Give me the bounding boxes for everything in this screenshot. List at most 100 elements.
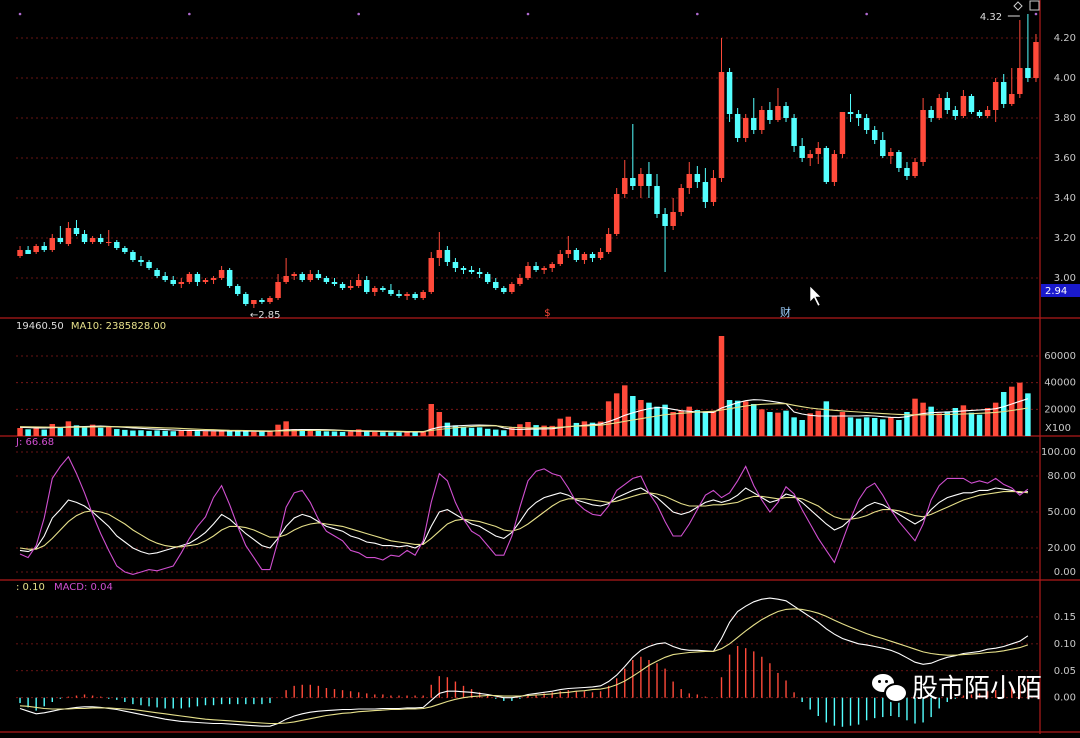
candle-body bbox=[855, 114, 862, 118]
volume-bar bbox=[460, 426, 467, 436]
volume-bar bbox=[476, 427, 483, 436]
window-icon bbox=[1029, 0, 1040, 11]
volume-bar bbox=[517, 424, 523, 436]
candle-body bbox=[226, 270, 233, 286]
volume-bar bbox=[436, 412, 443, 436]
candle-body bbox=[702, 182, 709, 202]
volume-bar bbox=[533, 425, 539, 436]
candle-body bbox=[444, 250, 451, 262]
y-tick-label: 20.00 bbox=[1047, 543, 1076, 554]
volume-bar bbox=[146, 430, 152, 436]
y-tick-label: 40000 bbox=[1044, 378, 1076, 389]
volume-bar bbox=[920, 402, 926, 436]
candle-body bbox=[767, 110, 773, 120]
candle-body bbox=[380, 288, 386, 290]
volume-bar bbox=[646, 402, 652, 436]
candle-body bbox=[984, 110, 991, 116]
volume-bar bbox=[807, 413, 813, 436]
y-tick-label: 0.05 bbox=[1054, 666, 1076, 677]
volume-bar bbox=[114, 429, 120, 436]
volume-bar bbox=[936, 413, 942, 436]
candle-body bbox=[871, 130, 878, 140]
candle-body bbox=[759, 110, 765, 130]
stock-chart: 4.20 4.00 3.80 3.60 3.40 3.20 3.00 ←2.85 4.32 2.9… bbox=[0, 0, 1080, 734]
candle-body bbox=[484, 274, 491, 282]
volume-bar bbox=[928, 406, 934, 436]
y-tick-label: 50.00 bbox=[1047, 507, 1076, 518]
candle-body bbox=[533, 266, 539, 270]
candle-body bbox=[646, 174, 652, 186]
candle-body bbox=[186, 274, 193, 282]
candle-body bbox=[791, 118, 797, 146]
candle-body bbox=[662, 214, 668, 226]
candle-body bbox=[33, 246, 39, 252]
candle-body bbox=[622, 178, 628, 194]
volume-bar bbox=[404, 432, 410, 436]
macd-header: : 0.10 MACD: 0.04 bbox=[16, 582, 113, 593]
volume-bar bbox=[662, 404, 668, 436]
candle-body bbox=[468, 270, 475, 272]
volume-bar bbox=[968, 412, 975, 436]
volume-bar bbox=[49, 424, 56, 436]
candle-body bbox=[57, 238, 64, 242]
candle-body bbox=[839, 112, 846, 154]
candle-body bbox=[1033, 42, 1039, 78]
candle-body bbox=[65, 228, 72, 244]
y-tick-label: 80.00 bbox=[1047, 471, 1076, 482]
candle-body bbox=[339, 284, 346, 288]
current-price-label: 2.94 bbox=[1045, 286, 1067, 297]
candle-body bbox=[218, 270, 225, 278]
candle-body bbox=[734, 114, 741, 138]
y-tick-label: 0.10 bbox=[1054, 639, 1076, 650]
candle-body bbox=[17, 250, 23, 256]
candle-body bbox=[25, 250, 31, 254]
volume-bar bbox=[17, 428, 23, 436]
volume-bar bbox=[622, 385, 628, 436]
volume-ma10: MA10: 2385828.00 bbox=[70, 321, 167, 332]
y-tick-label: 60000 bbox=[1044, 351, 1076, 362]
info-dot bbox=[357, 12, 360, 16]
volume-bar bbox=[57, 427, 64, 436]
volume-bar bbox=[694, 410, 701, 436]
volume-bar bbox=[654, 406, 660, 436]
candle-body bbox=[783, 106, 789, 118]
volume-bar bbox=[130, 430, 136, 436]
candle-body bbox=[1025, 68, 1031, 78]
y-tick-label: 3.20 bbox=[1054, 233, 1076, 244]
candle-body bbox=[267, 298, 273, 302]
volume-bar bbox=[888, 417, 894, 436]
volume-bar bbox=[1000, 392, 1007, 436]
volume-bar bbox=[751, 404, 757, 436]
volume-bar bbox=[912, 398, 918, 436]
candle-body bbox=[275, 282, 281, 298]
volume-bar bbox=[783, 410, 789, 436]
volume-bar bbox=[323, 431, 330, 436]
candle-body bbox=[41, 246, 47, 250]
candle-body bbox=[686, 174, 693, 188]
candle-body bbox=[670, 212, 676, 226]
candle-body bbox=[1000, 82, 1007, 104]
y-tick-label: 0.15 bbox=[1054, 612, 1076, 623]
volume-bar bbox=[630, 396, 636, 436]
volume-bar bbox=[718, 336, 725, 436]
kdj-line-d bbox=[19, 491, 1028, 550]
volume-bar bbox=[791, 417, 797, 436]
volume-bar bbox=[251, 431, 257, 436]
candle-body bbox=[476, 272, 483, 274]
volume-bar bbox=[194, 431, 201, 436]
volume-bar bbox=[25, 429, 31, 436]
high-price-label: 4.32 bbox=[980, 12, 1002, 23]
candle-body bbox=[928, 110, 934, 118]
candle-body bbox=[638, 174, 644, 186]
volume-bar bbox=[960, 405, 967, 436]
volume-bar bbox=[331, 431, 338, 436]
candle-body bbox=[654, 186, 660, 214]
watermark-text: 股市陌小陌 bbox=[911, 674, 1042, 704]
candle-body bbox=[105, 242, 112, 243]
volume-bar bbox=[896, 420, 902, 436]
candle-body bbox=[678, 188, 684, 212]
candle-body bbox=[847, 112, 854, 114]
volume-bar bbox=[65, 421, 72, 436]
candle-body bbox=[347, 286, 354, 288]
candle-body bbox=[799, 146, 805, 158]
